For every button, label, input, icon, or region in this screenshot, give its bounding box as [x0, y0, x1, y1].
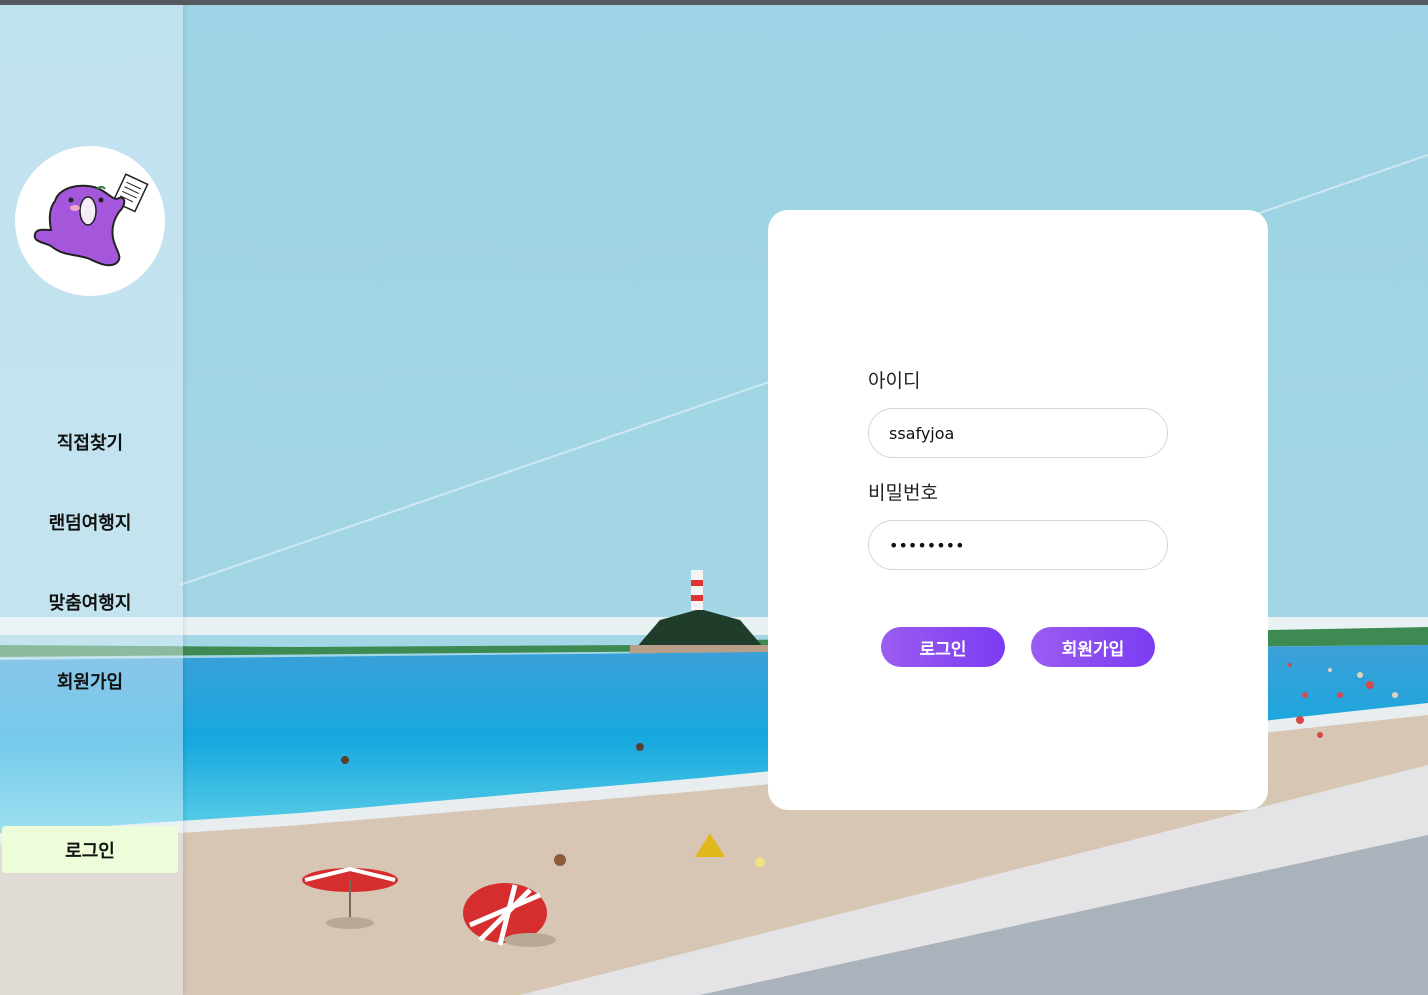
- id-input[interactable]: [868, 408, 1168, 458]
- id-label: 아이디: [868, 370, 921, 392]
- sidebar: 직접찾기 랜덤여행지 맞춤여행지 회원가입 로그인: [0, 5, 183, 995]
- window-top-bar: [0, 0, 1428, 5]
- nav-random-destination[interactable]: 랜덤여행지: [0, 509, 180, 535]
- password-label: 비밀번호: [868, 482, 938, 504]
- nav-login-button[interactable]: 로그인: [2, 826, 178, 873]
- login-button[interactable]: 로그인: [881, 627, 1005, 667]
- logo[interactable]: [15, 146, 165, 296]
- login-card: 아이디 비밀번호 로그인 회원가입: [768, 210, 1268, 810]
- signup-button[interactable]: 회원가입: [1031, 627, 1155, 667]
- purple-mascot-icon: [33, 173, 149, 267]
- password-input[interactable]: [868, 520, 1168, 570]
- nav-custom-destination[interactable]: 맞춤여행지: [0, 589, 180, 615]
- nav-signup[interactable]: 회원가입: [0, 668, 180, 694]
- nav-direct-search[interactable]: 직접찾기: [0, 429, 180, 455]
